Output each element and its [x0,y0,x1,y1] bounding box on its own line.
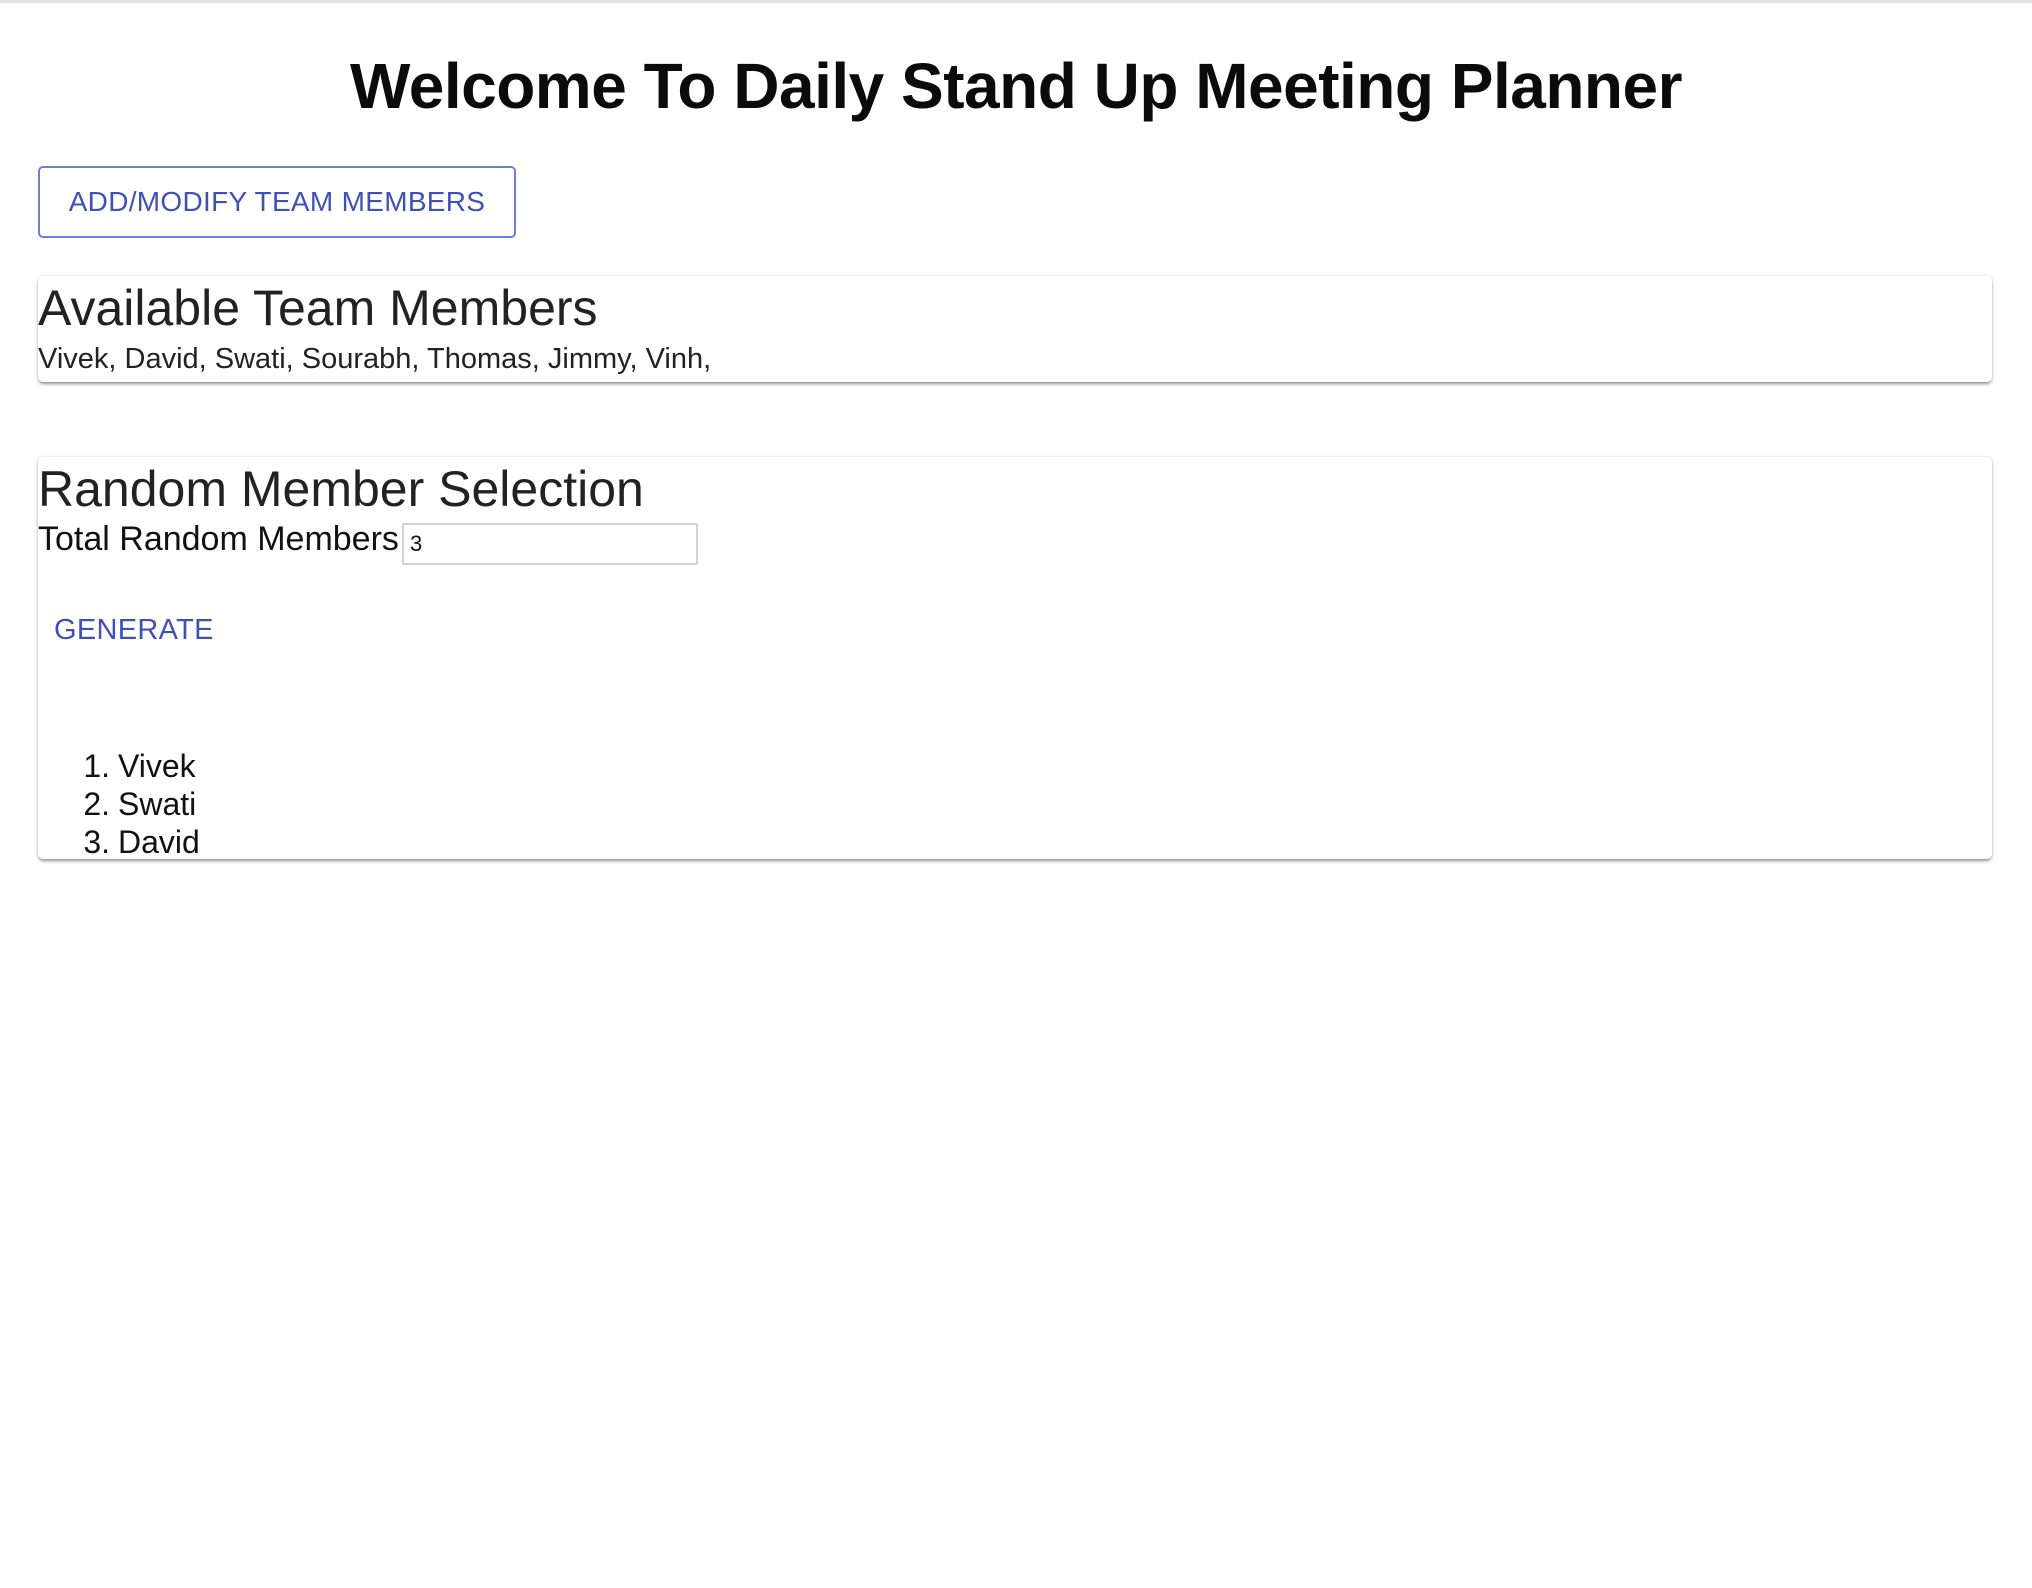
list-item-number: 1. [83,748,110,784]
top-divider [0,0,2032,3]
total-random-members-input[interactable] [402,523,698,565]
random-member-selection-card: Random Member Selection Total Random Mem… [38,457,1992,861]
available-team-members-card: Available Team Members Vivek, David, Swa… [38,276,1992,382]
list-item: 1. Vivek [38,747,200,785]
selected-members-list: 1. Vivek 2. Swati 3. David [38,747,200,861]
list-item-name: Vivek [118,748,196,784]
random-member-selection-heading: Random Member Selection [38,461,644,517]
add-modify-team-members-button[interactable]: ADD/MODIFY TEAM MEMBERS [38,166,516,238]
available-members-list: Vivek, David, Swati, Sourabh, Thomas, Ji… [38,343,712,375]
list-item: 3. David [38,823,200,861]
list-item-number: 2. [83,786,110,822]
list-item-name: Swati [118,786,197,822]
available-team-members-heading: Available Team Members [38,280,598,336]
page-title: Welcome To Daily Stand Up Meeting Planne… [349,50,1683,122]
generate-button[interactable]: GENERATE [54,613,214,647]
list-item: 2. Swati [38,785,200,823]
total-random-members-label: Total Random Members: [38,520,409,558]
list-item-number: 3. [83,824,110,860]
list-item-name: David [118,824,200,860]
